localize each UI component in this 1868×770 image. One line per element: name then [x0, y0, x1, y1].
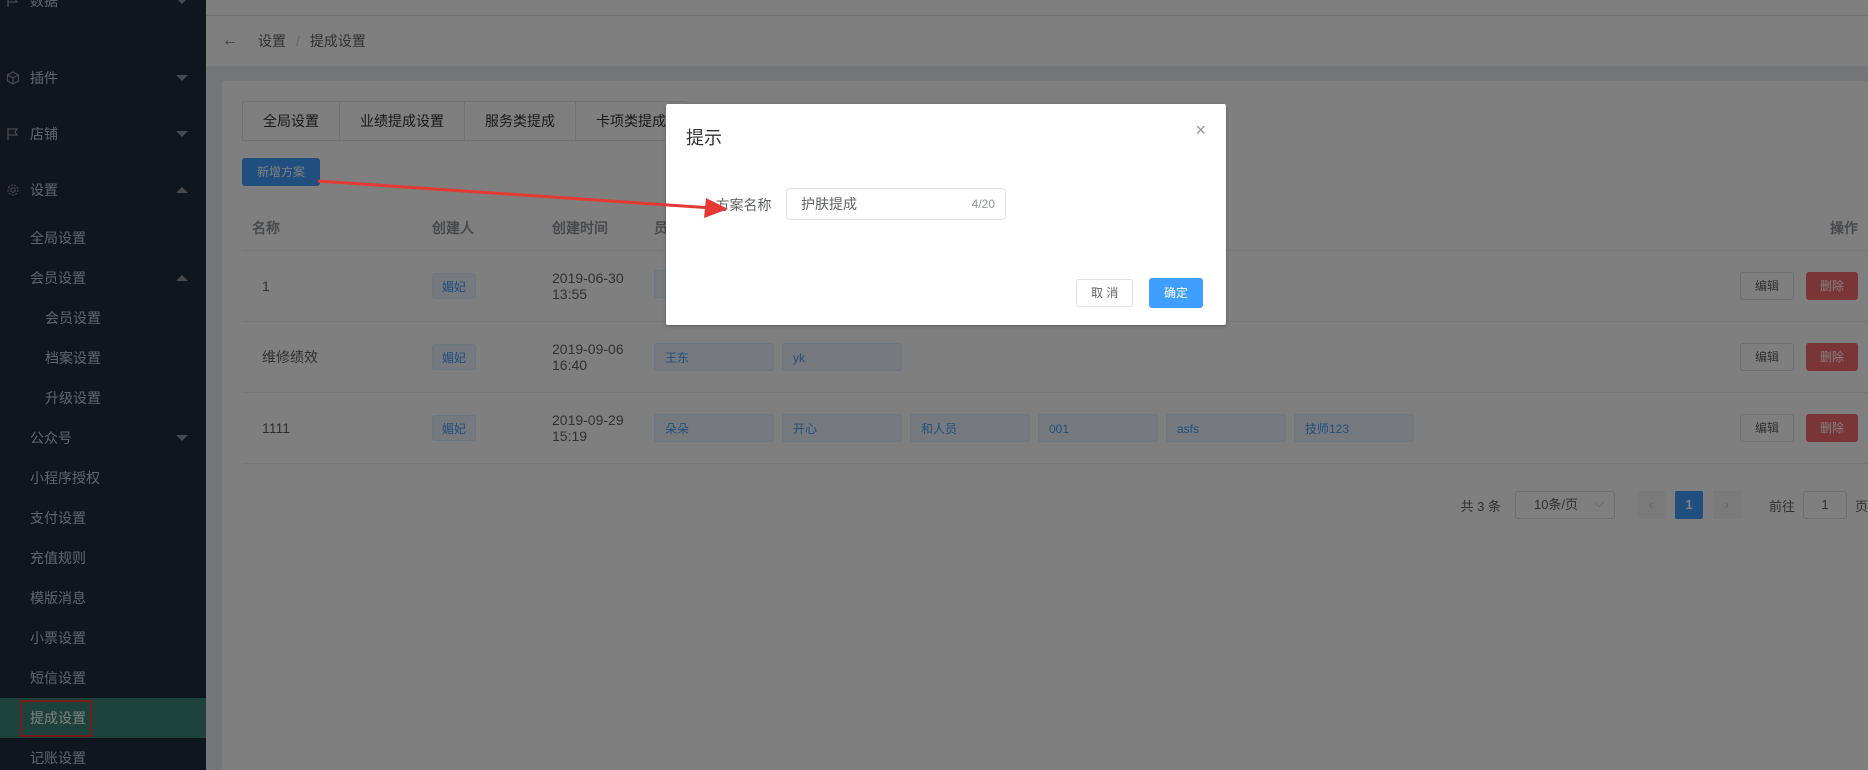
confirm-button[interactable]: 确定: [1149, 278, 1204, 308]
plan-name-input[interactable]: 护肤提成 4/20: [786, 188, 1006, 220]
prompt-dialog: 提示 × * 方案名称 护肤提成 4/20 取 消 确定: [666, 104, 1226, 325]
close-icon[interactable]: ×: [1195, 120, 1206, 141]
cancel-button[interactable]: 取 消: [1076, 279, 1134, 307]
plan-name-label: * 方案名称: [706, 195, 771, 215]
plan-name-label-text: 方案名称: [715, 197, 772, 213]
plan-name-value: 护肤提成: [801, 196, 857, 212]
required-mark: *: [706, 197, 712, 213]
dialog-title: 提示: [686, 128, 722, 148]
char-count: 4/20: [971, 197, 995, 211]
